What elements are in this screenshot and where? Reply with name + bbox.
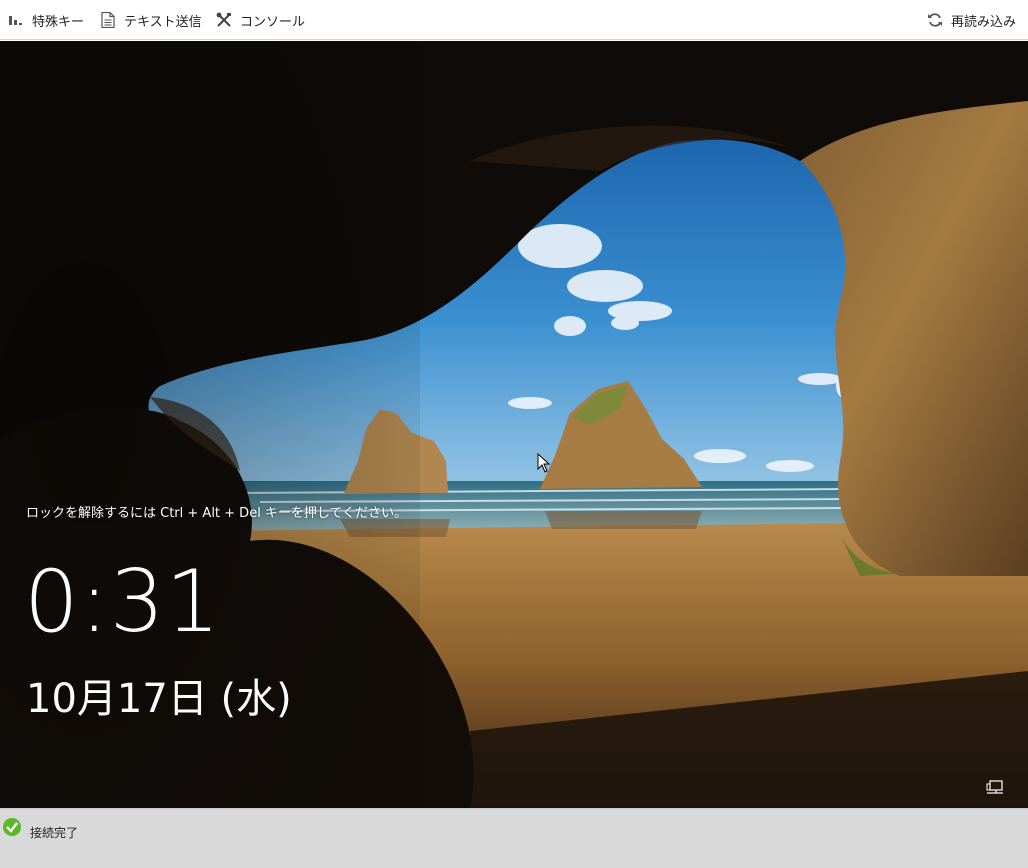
- send-text-label: テキスト送信: [124, 14, 202, 30]
- unlock-hint: ロックを解除するには Ctrl + Alt + Del キーを押してください。: [26, 506, 408, 521]
- refresh-icon: [927, 12, 943, 28]
- lockscreen-date: 10月17日 (水): [26, 676, 292, 722]
- network-icon[interactable]: [986, 780, 1004, 796]
- bar-steps-icon: [8, 12, 24, 28]
- send-text-button[interactable]: テキスト送信: [100, 0, 202, 40]
- tools-icon: [216, 12, 232, 28]
- check-circle-icon: [3, 818, 21, 836]
- console-label: コンソール: [240, 14, 306, 30]
- remote-screen[interactable]: ロックを解除するには Ctrl + Alt + Del キーを押してください。 …: [0, 41, 1028, 808]
- special-keys-label: 特殊キー: [32, 14, 85, 30]
- document-icon: [100, 12, 116, 28]
- special-keys-button[interactable]: 特殊キー: [8, 0, 84, 40]
- console-button[interactable]: コンソール: [216, 0, 305, 40]
- reload-button[interactable]: 再読み込み: [927, 0, 1016, 40]
- lockscreen-time: 0:31: [24, 552, 222, 652]
- status-bar: 接続完了: [0, 808, 1028, 868]
- mouse-pointer-icon: [537, 453, 551, 473]
- connection-status-text: 接続完了: [30, 826, 79, 840]
- toolbar: 特殊キー テキスト送信 コンソール 再読み込み: [0, 0, 1028, 40]
- reload-label: 再読み込み: [950, 14, 1016, 30]
